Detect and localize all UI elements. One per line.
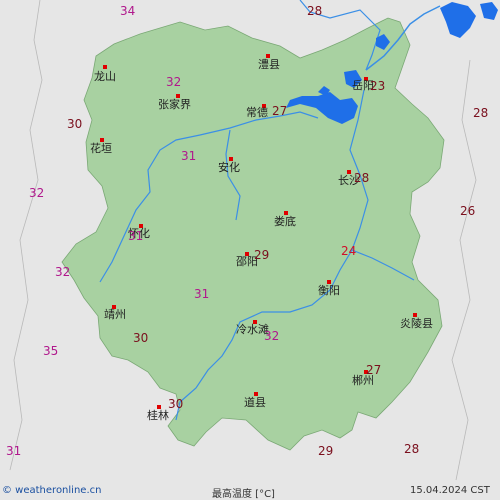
city-label-huayuan: 花垣 — [90, 142, 112, 155]
temperature-value: 26 — [460, 204, 476, 218]
temperature-value: 23 — [370, 79, 386, 93]
city-label-guilin: 桂林 — [147, 409, 169, 422]
city-label-longshan: 龙山 — [94, 70, 116, 83]
map-background — [0, 0, 500, 500]
temperature-value: 27 — [272, 104, 288, 118]
city-label-daoxian: 道县 — [244, 396, 266, 409]
temperature-value: 28 — [404, 442, 420, 456]
temperature-value: 32 — [166, 75, 182, 89]
temperature-value: 32 — [29, 186, 45, 200]
temperature-value: 31 — [128, 229, 144, 243]
city-label-changde: 常德 — [246, 106, 268, 119]
city-label-loudi: 娄底 — [274, 215, 296, 228]
footer-bar: © weatheronline.cn 最高温度 [°C] 15.04.2024 … — [0, 483, 500, 500]
temperature-value: 32 — [264, 329, 280, 343]
temperature-value: 28 — [354, 171, 370, 185]
copyright-link[interactable]: © weatheronline.cn — [2, 485, 101, 496]
temperature-value: 32 — [55, 265, 71, 279]
city-label-jingzhou: 靖州 — [104, 308, 126, 321]
city-label-zhangjiajie: 张家界 — [158, 98, 191, 111]
city-label-lixian: 澧县 — [258, 58, 280, 71]
temperature-value: 35 — [43, 344, 59, 358]
temperature-value: 28 — [473, 106, 489, 120]
temperature-value: 31 — [181, 149, 197, 163]
temperature-value: 34 — [120, 4, 136, 18]
temperature-value: 30 — [168, 397, 184, 411]
temperature-value: 29 — [254, 248, 270, 262]
temperature-value: 30 — [133, 331, 149, 345]
temperature-value: 29 — [318, 444, 334, 458]
temperature-value: 31 — [194, 287, 210, 301]
city-label-anhua: 安化 — [218, 161, 240, 174]
city-dot — [103, 65, 107, 69]
city-label-hengyang: 衡阳 — [318, 284, 340, 297]
temperature-value: 24 — [341, 244, 357, 258]
temperature-value: 31 — [6, 444, 22, 458]
temperature-value: 30 — [67, 117, 83, 131]
temperature-value: 28 — [307, 4, 323, 18]
temperature-value: 27 — [366, 363, 382, 377]
map-title: 最高温度 [°C] — [212, 489, 275, 500]
weather-map: 澧县 龙山 张家界 岳阳 常德 花垣 安化 长沙 娄底 怀化 邵阳 衡阳 靖州 … — [0, 0, 500, 500]
map-date: 15.04.2024 CST — [410, 485, 490, 496]
city-label-yanling: 炎陵县 — [400, 317, 433, 330]
